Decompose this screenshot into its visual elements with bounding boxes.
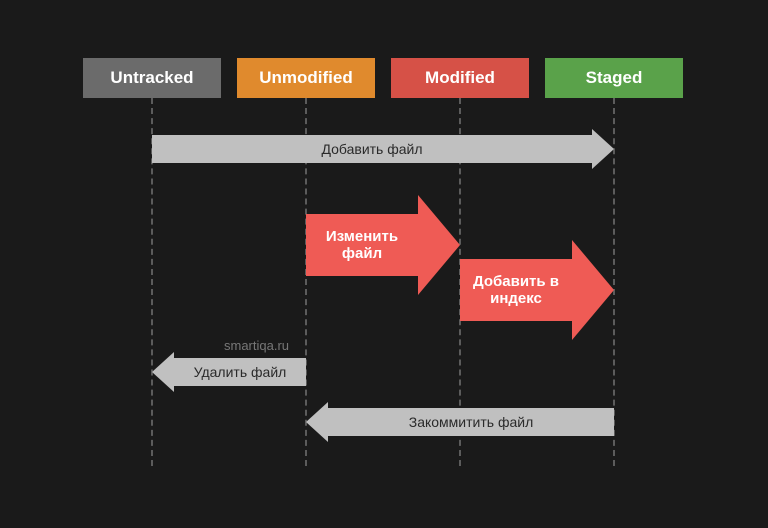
arrow-edit-file: Изменить файл	[306, 195, 460, 295]
arrow-label: Добавить в индекс	[466, 273, 566, 308]
watermark: smartiqa.ru	[224, 338, 289, 353]
arrow-label: Добавить файл	[321, 141, 422, 157]
state-staged: Staged	[545, 58, 683, 98]
state-unmodified: Unmodified	[237, 58, 375, 98]
git-file-lifecycle-diagram: Untracked Unmodified Modified Staged Доб…	[0, 0, 768, 528]
arrow-remove-file: Удалить файл	[174, 358, 306, 386]
state-label: Unmodified	[259, 68, 353, 88]
arrow-head-right-icon	[572, 240, 614, 340]
arrow-label: Удалить файл	[194, 364, 287, 380]
state-modified: Modified	[391, 58, 529, 98]
arrow-stage-file: Добавить в индекс	[460, 240, 614, 340]
state-label: Modified	[425, 68, 495, 88]
arrow-label: Закоммитить файл	[409, 414, 534, 430]
arrow-label: Изменить файл	[312, 228, 412, 263]
arrow-head-left-icon	[306, 402, 328, 442]
arrow-commit-file: Закоммитить файл	[328, 408, 614, 436]
arrow-head-left-icon	[152, 352, 174, 392]
arrow-head-right-icon	[418, 195, 460, 295]
state-label: Untracked	[110, 68, 193, 88]
state-untracked: Untracked	[83, 58, 221, 98]
arrow-head-right-icon	[592, 129, 614, 169]
arrow-add-file: Добавить файл	[152, 135, 592, 163]
state-label: Staged	[586, 68, 643, 88]
